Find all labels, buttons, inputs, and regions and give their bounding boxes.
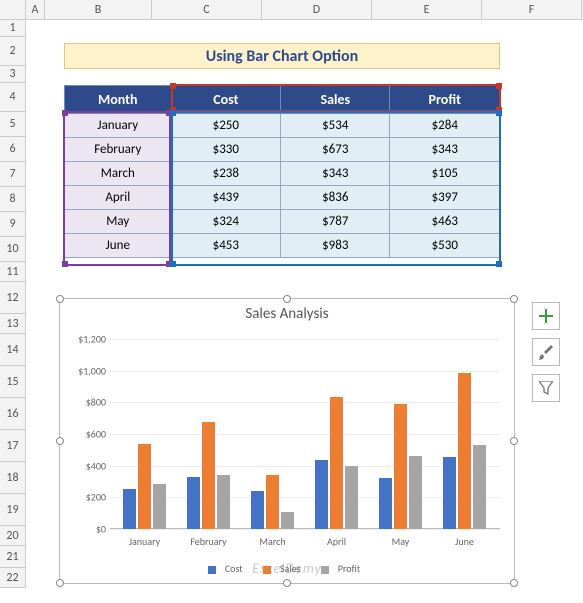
resize-handle[interactable] [56,437,64,445]
bar-profit[interactable] [153,484,166,529]
bar-sales[interactable] [394,404,407,529]
row-22[interactable]: 22 [0,568,26,588]
bar-profit[interactable] [217,475,230,529]
y-tick: $400 [66,459,106,472]
th-cost[interactable]: Cost [171,86,280,114]
row-9[interactable]: 9 [0,212,26,237]
chart-filters-button[interactable] [532,374,560,402]
bar-cost[interactable] [443,457,456,529]
bar-cost[interactable] [123,489,136,529]
col-A[interactable]: A [26,0,45,19]
resize-handle[interactable] [510,437,518,445]
x-tick: June [432,535,497,548]
bar-profit[interactable] [409,456,422,529]
brush-icon [538,344,554,360]
row-10[interactable]: 10 [0,237,26,262]
row-15[interactable]: 15 [0,366,26,398]
x-tick: January [112,535,177,548]
bar-sales[interactable] [202,422,215,529]
row-19[interactable]: 19 [0,494,26,526]
row-17[interactable]: 17 [0,430,26,462]
y-tick: $1,200 [66,333,106,346]
chart-legend[interactable]: Cost Sales Profit [60,562,514,575]
row-14[interactable]: 14 [0,334,26,366]
data-table[interactable]: Month Cost Sales Profit January$250$534$… [64,85,500,258]
table-row: June$453$983$530 [65,234,500,258]
resize-handle[interactable] [283,295,291,303]
resize-handle[interactable] [510,579,518,587]
bar-cost[interactable] [251,491,264,529]
row-21[interactable]: 21 [0,546,26,568]
bar-profit[interactable] [345,466,358,529]
row-6[interactable]: 6 [0,137,26,162]
bar-sales[interactable] [458,373,471,529]
legend-sales[interactable]: Sales [280,562,301,575]
row-18[interactable]: 18 [0,462,26,494]
col-C[interactable]: C [152,0,262,19]
resize-handle[interactable] [56,579,64,587]
th-month[interactable]: Month [65,86,172,114]
col-F[interactable]: F [482,0,582,19]
row-11[interactable]: 11 [0,262,26,282]
bar-sales[interactable] [266,475,279,529]
chart-elements-button[interactable] [532,302,560,330]
x-tick: May [368,535,433,548]
bar-cost[interactable] [187,477,200,529]
bar-sales[interactable] [330,397,343,529]
chart-plot-area[interactable]: $0$200$400$600$800$1,000$1,200JanuaryFeb… [110,339,500,529]
y-tick: $1,000 [66,364,106,377]
y-tick: $800 [66,396,106,409]
bar-profit[interactable] [281,512,294,529]
row-20[interactable]: 20 [0,526,26,546]
x-tick: February [176,535,241,548]
row-1[interactable]: 1 [0,20,26,37]
page-title: Using Bar Chart Option [64,43,500,69]
row-5[interactable]: 5 [0,112,26,137]
plus-icon [539,309,553,323]
row-8[interactable]: 8 [0,187,26,212]
chart-styles-button[interactable] [532,338,560,366]
row-4[interactable]: 4 [0,83,26,112]
row-16[interactable]: 16 [0,398,26,430]
column-header-row: A B C D E F [0,0,583,20]
y-tick: $0 [66,523,106,536]
table-row: January$250$534$284 [65,114,500,138]
row-13[interactable]: 13 [0,314,26,334]
resize-handle[interactable] [283,579,291,587]
y-tick: $200 [66,491,106,504]
table-row: May$324$787$463 [65,210,500,234]
legend-profit[interactable]: Profit [338,562,360,575]
chart-title[interactable]: Sales Analysis [60,305,514,323]
row-7[interactable]: 7 [0,162,26,187]
resize-handle[interactable] [510,295,518,303]
row-3[interactable]: 3 [0,66,26,83]
y-tick: $600 [66,428,106,441]
col-B[interactable]: B [45,0,152,19]
resize-handle[interactable] [56,295,64,303]
table-row: February$330$673$343 [65,138,500,162]
bar-cost[interactable] [379,478,392,529]
bar-cost[interactable] [315,460,328,530]
th-sales[interactable]: Sales [281,86,390,114]
col-E[interactable]: E [372,0,482,19]
row-header-col: 1 2 3 4 5 6 7 8 9 10 11 12 13 14 15 16 1… [0,20,26,588]
row-2[interactable]: 2 [0,37,26,66]
table-row: March$238$343$105 [65,162,500,186]
row-12[interactable]: 12 [0,282,26,314]
bar-sales[interactable] [138,444,151,529]
funnel-icon [539,381,553,395]
x-tick: April [304,535,369,548]
chart-object[interactable]: Sales Analysis $0$200$400$600$800$1,000$… [59,298,515,584]
legend-cost[interactable]: Cost [225,562,243,575]
table-row: April$439$836$397 [65,186,500,210]
th-profit[interactable]: Profit [390,86,500,114]
col-D[interactable]: D [262,0,372,19]
x-tick: March [240,535,305,548]
table-header-row: Month Cost Sales Profit [65,86,500,114]
bar-profit[interactable] [473,445,486,529]
